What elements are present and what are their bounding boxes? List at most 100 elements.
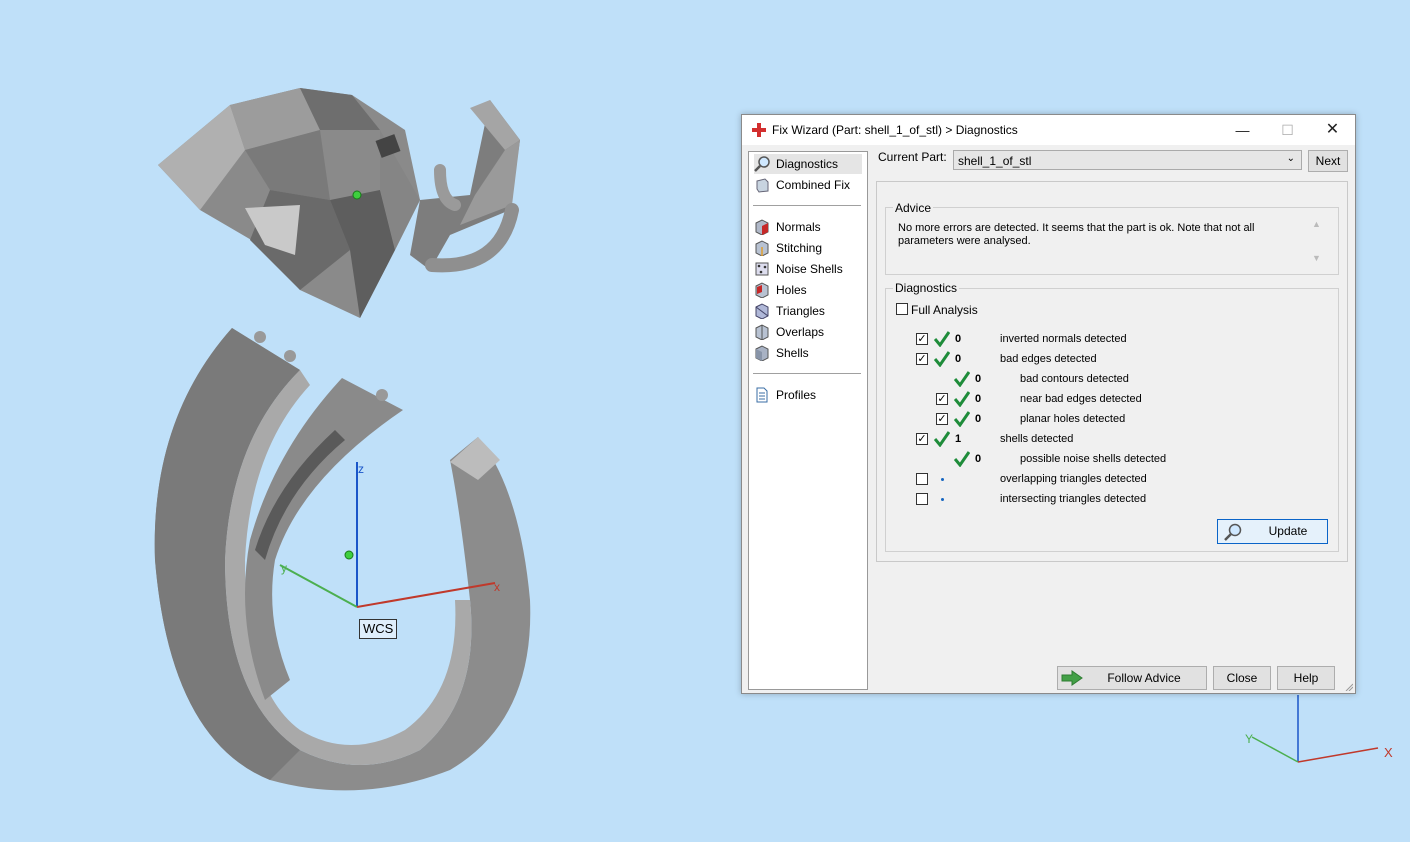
dialog-title: Fix Wizard (Part: shell_1_of_stl) > Diag… — [772, 123, 1018, 137]
diagnostic-count: 0 — [975, 373, 982, 385]
help-button[interactable]: Help — [1277, 666, 1335, 690]
nav-label: Combined Fix — [776, 178, 851, 192]
not-analysed-dot-icon — [941, 478, 944, 481]
not-analysed-dot-icon — [941, 498, 944, 501]
diagnostic-count: 0 — [955, 333, 962, 345]
wcs-label: WCS — [359, 619, 398, 639]
mini-y-axis-label: Y — [1245, 732, 1254, 746]
diagnostic-label: bad contours detected — [1020, 373, 1129, 385]
z-axis-label: z — [358, 462, 364, 476]
diagnostic-count: 0 — [955, 353, 962, 365]
overlaps-icon — [755, 324, 769, 340]
scroll-down-icon[interactable]: ▼ — [1312, 253, 1321, 263]
current-part-select[interactable]: shell_1_of_stl ⌄ — [953, 150, 1302, 170]
nav-label: Stitching — [776, 241, 823, 255]
diagnostic-count: 0 — [975, 453, 982, 465]
nav-item-combined-fix[interactable]: Combined Fix — [754, 175, 862, 195]
diagnostic-label: possible noise shells detected — [1020, 453, 1167, 465]
chevron-down-icon: ⌄ — [1286, 153, 1295, 164]
diagnostic-label: intersecting triangles detected — [1000, 493, 1147, 505]
minimize-button[interactable]: — — [1220, 115, 1265, 145]
diagnostic-count: 1 — [955, 433, 962, 445]
full-analysis-checkbox[interactable] — [896, 303, 908, 315]
noise-shells-icon — [755, 262, 769, 276]
shells-icon — [755, 345, 769, 361]
diagnostic-label: shells detected — [1000, 433, 1074, 445]
elephant-head-model — [158, 88, 520, 318]
scroll-up-icon[interactable]: ▲ — [1312, 219, 1321, 229]
nav-item-stitching[interactable]: Stitching — [754, 238, 862, 258]
nav-label: Normals — [776, 220, 821, 234]
nav-label: Noise Shells — [776, 262, 843, 276]
nav-divider — [753, 205, 861, 206]
mini-x-axis-label: X — [1384, 745, 1393, 760]
ring-model — [154, 328, 531, 791]
next-button[interactable]: Next — [1308, 150, 1348, 172]
y-axis — [279, 564, 358, 608]
resize-grip-icon[interactable] — [1345, 683, 1353, 691]
fix-wizard-dialog: Fix Wizard (Part: shell_1_of_stl) > Diag… — [741, 114, 1356, 694]
holes-icon — [755, 282, 769, 298]
diagnostic-label: bad edges detected — [1000, 353, 1097, 365]
check-icon — [954, 391, 970, 407]
nav-item-noise-shells[interactable]: Noise Shells — [754, 259, 862, 279]
diagnostic-label: near bad edges detected — [1020, 393, 1142, 405]
nav-label: Overlaps — [776, 325, 825, 339]
magnifier-icon — [1224, 523, 1242, 541]
advice-text: No more errors are detected. It seems th… — [898, 222, 1255, 247]
y-axis-label: y — [281, 561, 287, 575]
diagnostic-checkbox[interactable]: ✓ — [916, 353, 928, 365]
arrow-right-icon — [1061, 670, 1083, 686]
x-axis-label: x — [494, 580, 500, 594]
advice-scrollbar[interactable]: ▲ ▼ — [1312, 219, 1326, 269]
combined-fix-icon — [756, 178, 769, 193]
full-analysis-label: Full Analysis — [911, 303, 978, 317]
check-icon — [934, 351, 950, 367]
check-icon — [934, 431, 950, 447]
close-button[interactable]: Close — [1213, 666, 1271, 690]
check-icon — [954, 371, 970, 387]
nav-label: Triangles — [776, 304, 825, 318]
diagnostic-checkbox[interactable]: ✓ — [936, 413, 948, 425]
follow-advice-label: Follow Advice — [1107, 671, 1181, 685]
diagnostic-checkbox[interactable] — [916, 493, 928, 505]
nav-label: Holes — [776, 283, 807, 297]
document-icon — [756, 387, 768, 403]
diagnostic-checkbox[interactable]: ✓ — [916, 433, 928, 445]
diagnostic-checkbox[interactable]: ✓ — [936, 393, 948, 405]
nav-item-triangles[interactable]: Triangles — [754, 301, 862, 321]
maximize-button[interactable]: ☐ — [1265, 115, 1310, 145]
follow-advice-button[interactable]: Follow Advice — [1057, 666, 1207, 690]
diagnostic-label: inverted normals detected — [1000, 333, 1127, 345]
diagnostic-label: overlapping triangles detected — [1000, 473, 1147, 485]
nav-item-overlaps[interactable]: Overlaps — [754, 322, 862, 342]
current-part-value: shell_1_of_stl — [958, 154, 1032, 168]
normals-icon — [755, 219, 769, 235]
current-part-label: Current Part: — [878, 150, 947, 164]
diagnostic-checkbox[interactable]: ✓ — [916, 333, 928, 345]
magnifier-icon — [754, 156, 770, 172]
app-cross-icon — [752, 123, 766, 137]
diagnostic-checkbox[interactable] — [916, 473, 928, 485]
check-icon — [954, 411, 970, 427]
orientation-mini-axes — [1251, 695, 1379, 763]
nav-item-profiles[interactable]: Profiles — [754, 385, 862, 405]
diagnostic-count: 0 — [975, 393, 982, 405]
diagnostics-title: Diagnostics — [893, 281, 960, 295]
triangles-icon — [755, 303, 769, 319]
check-icon — [934, 331, 950, 347]
title-bar[interactable]: Fix Wizard (Part: shell_1_of_stl) > Diag… — [742, 115, 1355, 145]
nav-label: Profiles — [776, 388, 817, 402]
update-button[interactable]: Update — [1217, 519, 1328, 544]
update-label: Update — [1268, 524, 1308, 538]
diagnostic-count: 0 — [975, 413, 982, 425]
nav-divider — [753, 373, 861, 374]
advice-title: Advice — [893, 201, 934, 215]
stitching-icon — [755, 240, 769, 256]
nav-item-normals[interactable]: Normals — [754, 217, 862, 237]
check-icon — [954, 451, 970, 467]
nav-item-holes[interactable]: Holes — [754, 280, 862, 300]
nav-item-shells[interactable]: Shells — [754, 343, 862, 363]
close-window-button[interactable]: ✕ — [1310, 115, 1355, 145]
nav-item-diagnostics[interactable]: Diagnostics — [754, 154, 862, 174]
